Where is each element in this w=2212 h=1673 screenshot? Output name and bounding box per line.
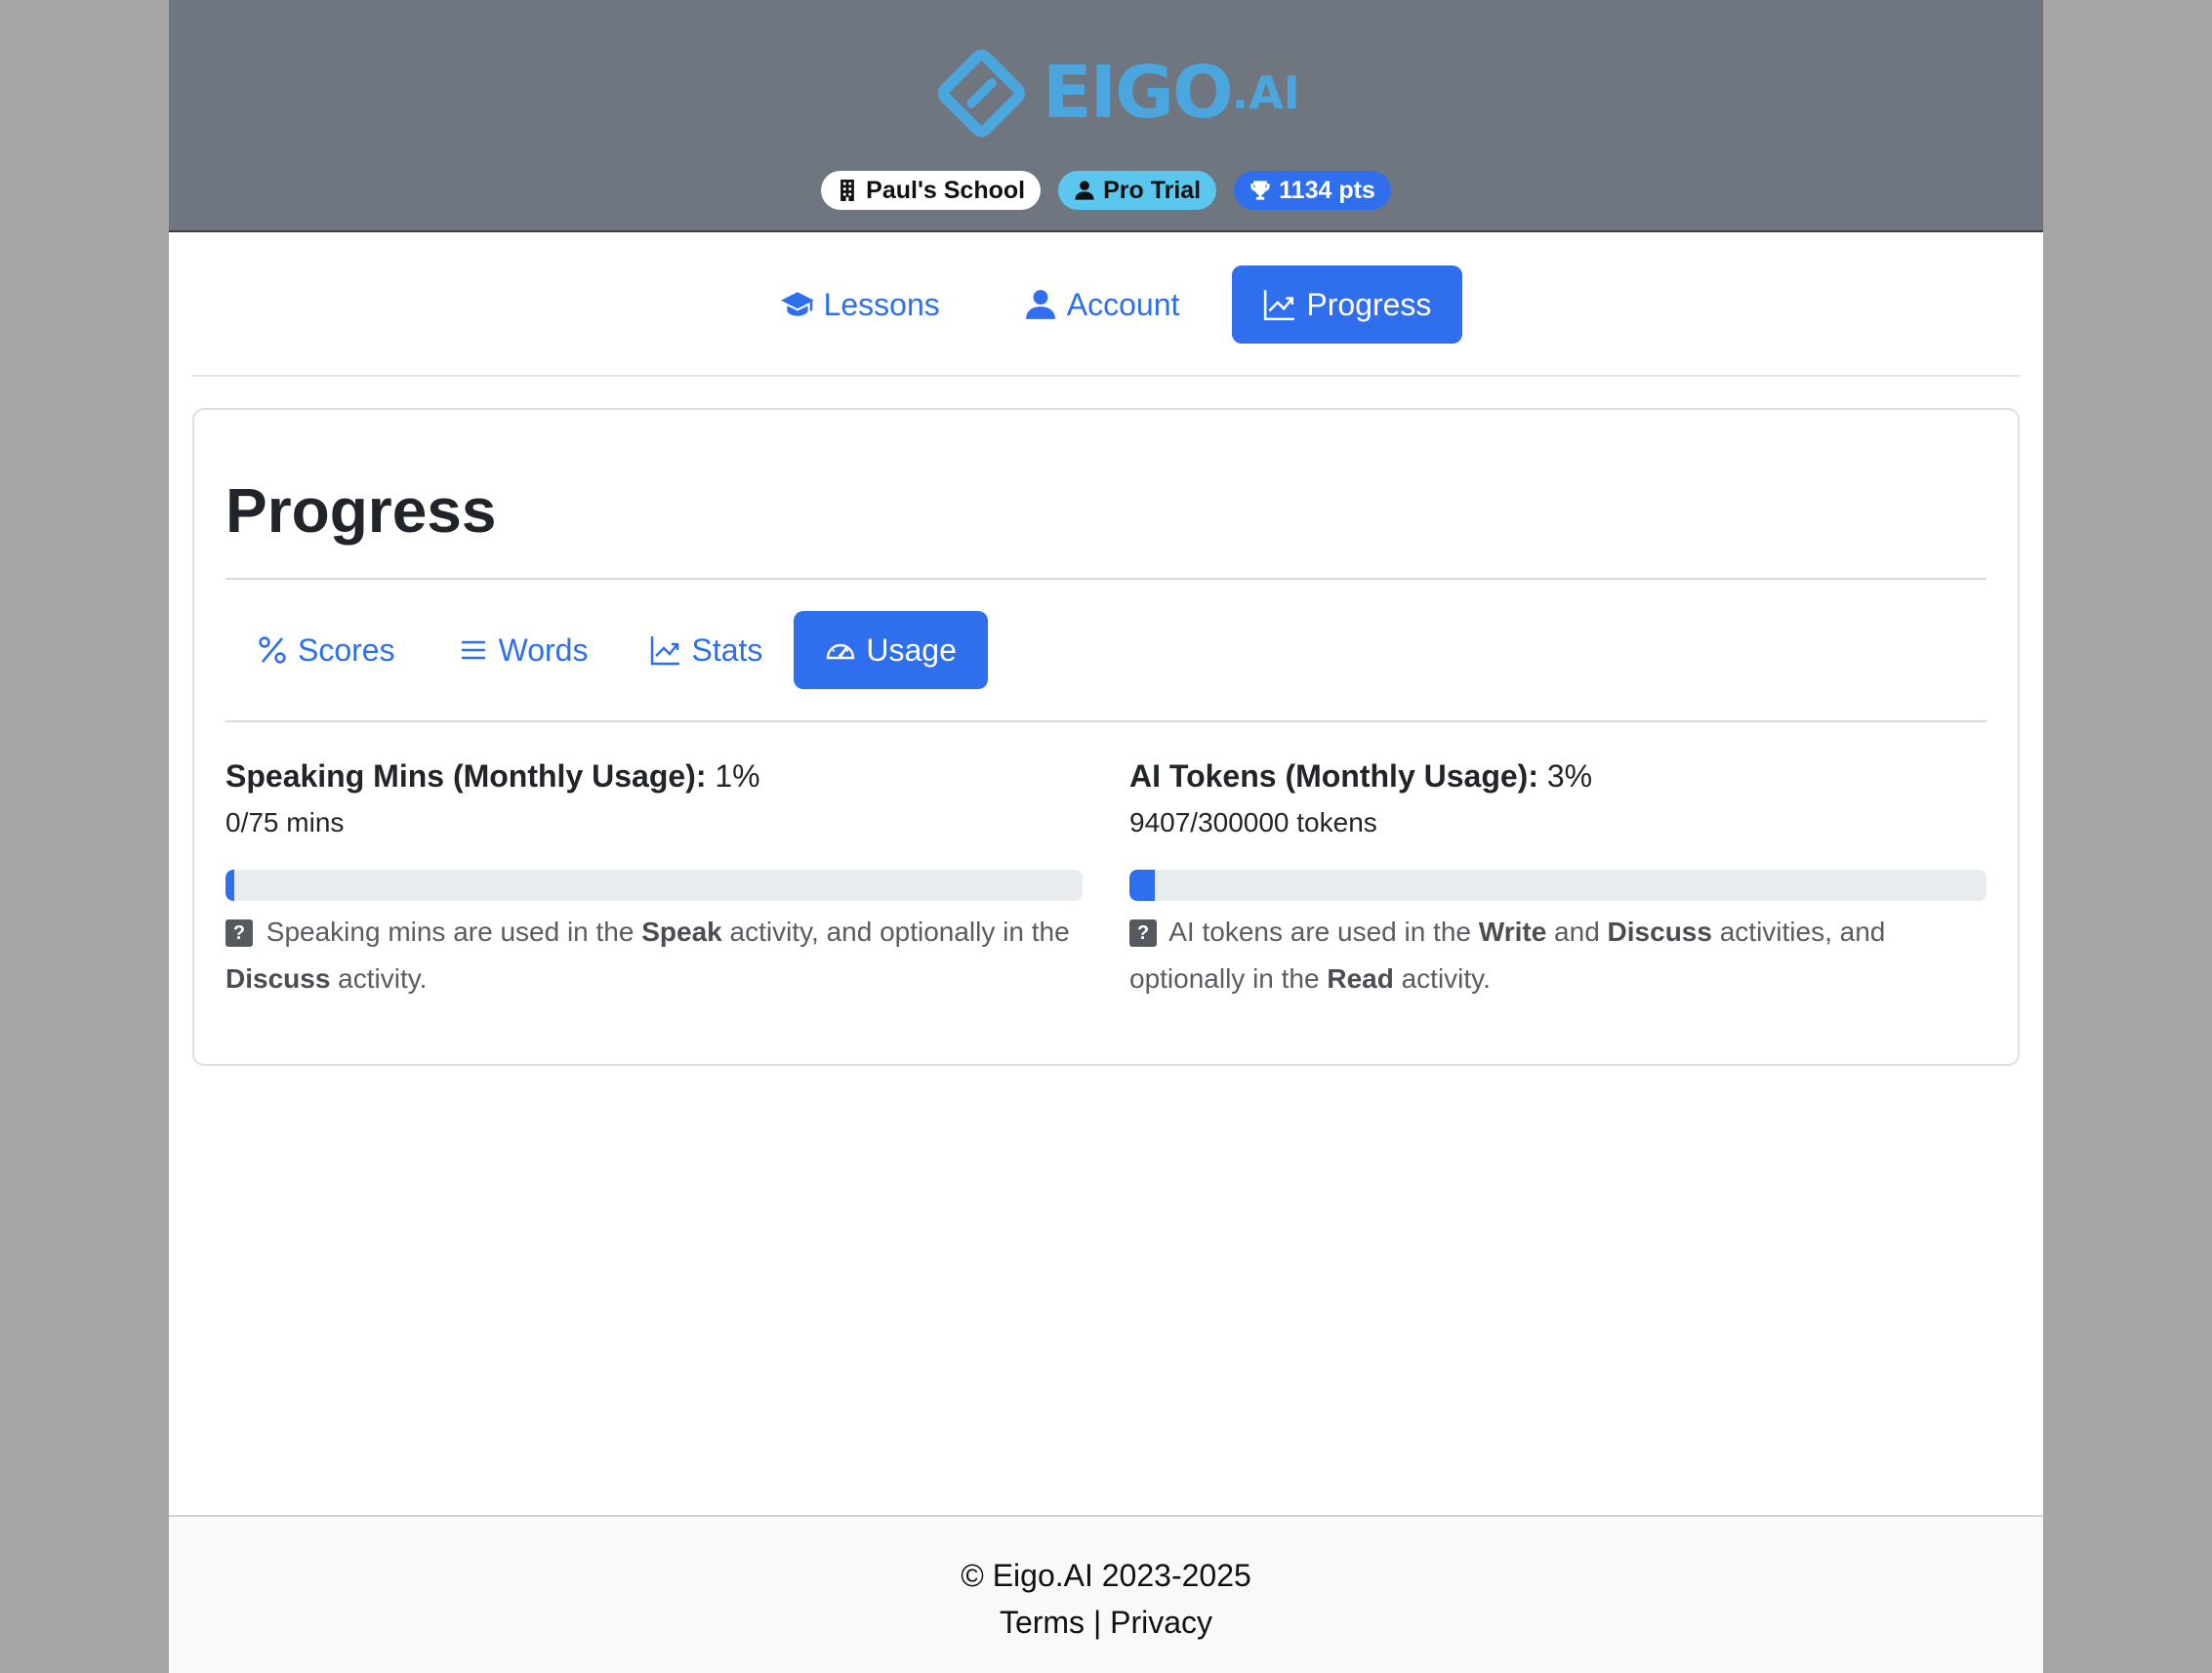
nav-divider bbox=[192, 375, 2020, 377]
footer-separator: | bbox=[1085, 1605, 1111, 1640]
person-icon bbox=[1075, 181, 1094, 200]
tokens-usage-detail: 9407/300000 tokens bbox=[1129, 807, 1377, 837]
percent-icon bbox=[259, 636, 286, 664]
site-header: EIGO .AI Paul's School Pro Trial 1134 pts bbox=[169, 0, 2043, 232]
tab-stats-label: Stats bbox=[691, 632, 763, 668]
nav-account[interactable]: Account bbox=[993, 265, 1211, 344]
help-icon[interactable]: ? bbox=[225, 919, 253, 947]
note-text: AI tokens are used in the bbox=[1163, 917, 1479, 947]
nav-account-label: Account bbox=[1066, 286, 1180, 322]
header-badges: Paul's School Pro Trial 1134 pts bbox=[169, 171, 2043, 210]
person-icon bbox=[1025, 290, 1055, 319]
tokens-usage-note: ? AI tokens are used in the Write and Di… bbox=[1129, 909, 1987, 1002]
note-text: activity, and optionally in the bbox=[721, 917, 1070, 947]
note-text: activity. bbox=[330, 963, 428, 994]
note-text: and bbox=[1546, 917, 1608, 947]
terms-link[interactable]: Terms bbox=[1000, 1605, 1085, 1640]
speaking-usage-percent: 1% bbox=[715, 758, 760, 794]
graph-up-icon bbox=[1264, 290, 1295, 321]
speaking-progress-fill bbox=[225, 870, 234, 901]
eigo-logo-icon bbox=[937, 49, 1026, 137]
tokens-usage-label: AI Tokens (Monthly Usage): bbox=[1129, 758, 1538, 794]
nav-lessons-label: Lessons bbox=[823, 286, 940, 322]
note-activity-discuss: Discuss bbox=[1607, 917, 1712, 947]
privacy-link[interactable]: Privacy bbox=[1110, 1605, 1212, 1640]
points-value: 1134 pts bbox=[1279, 176, 1375, 204]
tab-stats[interactable]: Stats bbox=[619, 611, 794, 689]
graduation-cap-icon bbox=[780, 292, 814, 316]
points-badge: 1134 pts bbox=[1234, 171, 1391, 210]
trophy-icon bbox=[1250, 181, 1270, 200]
speaking-usage-detail: 0/75 mins bbox=[225, 807, 345, 837]
footer-links: Terms | Privacy bbox=[169, 1599, 2043, 1646]
tokens-usage-percent: 3% bbox=[1546, 758, 1593, 794]
tokens-usage: AI Tokens (Monthly Usage): 3% 9407/30000… bbox=[1129, 756, 1987, 1002]
title-divider bbox=[225, 578, 1987, 580]
plan-name: Pro Trial bbox=[1103, 176, 1202, 204]
progress-card: Progress Scores Words Stats Usage Speaki… bbox=[192, 408, 2020, 1066]
brand-logo[interactable]: EIGO .AI bbox=[930, 39, 1300, 146]
tokens-progress-bar bbox=[1129, 870, 1987, 901]
note-activity-read: Read bbox=[1327, 963, 1394, 994]
site-footer: © Eigo.AI 2023-2025 Terms | Privacy bbox=[169, 1515, 2043, 1673]
progress-tabs: Scores Words Stats Usage bbox=[225, 611, 988, 689]
brand-name: EIGO bbox=[1043, 51, 1234, 135]
tabs-divider bbox=[225, 720, 1987, 722]
page: EIGO .AI Paul's School Pro Trial 1134 pts… bbox=[169, 0, 2043, 1673]
tokens-progress-fill bbox=[1129, 870, 1156, 901]
note-text: Speaking mins are used in the bbox=[259, 917, 642, 947]
copyright: © Eigo.AI 2023-2025 bbox=[961, 1558, 1251, 1593]
page-title: Progress bbox=[225, 475, 497, 546]
tab-usage-label: Usage bbox=[866, 632, 957, 668]
note-activity-speak: Speak bbox=[641, 917, 722, 947]
tab-scores[interactable]: Scores bbox=[225, 611, 427, 689]
list-icon bbox=[461, 640, 485, 660]
note-text: activity. bbox=[1393, 963, 1491, 994]
tab-words[interactable]: Words bbox=[427, 611, 620, 689]
school-badge: Paul's School bbox=[821, 171, 1042, 210]
tab-usage[interactable]: Usage bbox=[794, 611, 988, 689]
speaking-usage-heading: Speaking Mins (Monthly Usage): 1% bbox=[225, 756, 1083, 796]
building-icon bbox=[840, 180, 855, 201]
speedometer-icon bbox=[827, 643, 855, 660]
nav-progress[interactable]: Progress bbox=[1232, 265, 1463, 344]
tab-scores-label: Scores bbox=[298, 632, 395, 668]
speaking-usage-label: Speaking Mins (Monthly Usage): bbox=[225, 758, 707, 794]
help-icon[interactable]: ? bbox=[1129, 919, 1157, 947]
speaking-usage: Speaking Mins (Monthly Usage): 1% 0/75 m… bbox=[225, 756, 1083, 1002]
brand-suffix: .AI bbox=[1231, 66, 1300, 119]
main-nav: Lessons Account Progress bbox=[169, 265, 2043, 344]
plan-badge: Pro Trial bbox=[1058, 171, 1217, 210]
speaking-usage-note: ? Speaking mins are used in the Speak ac… bbox=[225, 909, 1083, 1002]
tab-words-label: Words bbox=[498, 632, 589, 668]
graph-up-icon bbox=[651, 636, 680, 666]
note-activity-discuss: Discuss bbox=[225, 963, 331, 994]
school-name: Paul's School bbox=[866, 176, 1026, 204]
nav-progress-label: Progress bbox=[1306, 286, 1432, 322]
nav-lessons[interactable]: Lessons bbox=[750, 265, 971, 344]
tokens-usage-heading: AI Tokens (Monthly Usage): 3% bbox=[1129, 756, 1987, 796]
note-activity-write: Write bbox=[1478, 917, 1547, 947]
speaking-progress-bar bbox=[225, 870, 1083, 901]
